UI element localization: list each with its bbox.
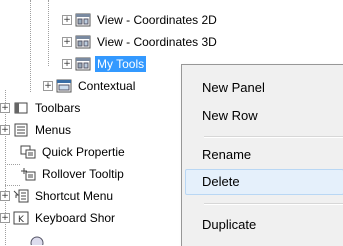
menu-item-new-panel[interactable]: New Panel — [202, 80, 265, 95]
shortcut-menu-icon — [13, 189, 29, 203]
tree-line — [5, 164, 20, 165]
menu-item-duplicate[interactable]: Duplicate — [202, 217, 256, 232]
keyboard-shortcut-icon: K — [13, 211, 29, 225]
contextual-tab-icon — [56, 79, 72, 93]
tree-item-label: Menus — [35, 123, 72, 137]
workspace-view-icon — [75, 35, 91, 49]
tree-line — [48, 0, 49, 66]
expand-icon[interactable]: + — [43, 81, 53, 91]
tree-item-label: Toolbars — [35, 101, 81, 115]
tree-item-toolbars[interactable]: + Toolbars — [0, 98, 82, 118]
menu-item-rename[interactable]: Rename — [202, 147, 251, 162]
tree-item-label: Keyboard Shor — [35, 211, 116, 225]
tree-item-view-coordinates-3d[interactable]: + View - Coordinates 3D — [62, 32, 219, 52]
tree-item-label: View - Coordinates 2D — [97, 13, 217, 27]
tree-item-label: Shortcut Menu — [35, 189, 114, 203]
tree-item-label: Rollover Tooltip — [42, 167, 124, 181]
expand-icon[interactable]: + — [0, 191, 10, 201]
tree-item-label: Contextual — [78, 79, 136, 93]
workspace-view-icon — [75, 13, 91, 27]
tree-item-keyboard-shortcuts[interactable]: + K Keyboard Shor — [0, 208, 117, 228]
tree-item-label: My Tools — [95, 56, 147, 72]
tree-line — [30, 0, 31, 92]
context-menu: New Panel New Row Rename Delete Duplicat… — [181, 64, 343, 246]
menus-icon — [13, 123, 29, 137]
expand-icon[interactable]: + — [62, 15, 72, 25]
tree-item-menus[interactable]: + Menus — [0, 120, 73, 140]
quick-properties-icon — [20, 145, 36, 159]
tree-item-my-tools[interactable]: + My Tools — [62, 54, 147, 74]
tree-item-view-coordinates-2d[interactable]: + View - Coordinates 2D — [62, 10, 219, 30]
expand-icon[interactable]: + — [0, 103, 10, 113]
partial-tree-icon — [30, 236, 44, 245]
expand-icon[interactable]: + — [62, 37, 72, 47]
tree-item-rollover-tooltips[interactable]: Rollover Tooltip — [20, 164, 126, 184]
tree-item-shortcut-menus[interactable]: + Shortcut Menu — [0, 186, 115, 206]
menu-separator — [204, 136, 343, 138]
tree-item-quick-properties[interactable]: Quick Propertie — [20, 142, 127, 162]
tree-item-contextual[interactable]: + Contextual — [43, 76, 137, 96]
menu-item-delete[interactable]: Delete — [202, 174, 240, 189]
workspace-view-icon — [75, 57, 91, 71]
expand-icon[interactable]: + — [0, 213, 10, 223]
tree-item-label: Quick Propertie — [42, 145, 125, 159]
expand-icon[interactable]: + — [0, 125, 10, 135]
rollover-tooltip-icon — [20, 167, 36, 181]
expand-icon[interactable]: + — [62, 59, 72, 69]
tree-item-label: View - Coordinates 3D — [97, 35, 217, 49]
toolbars-icon — [13, 101, 29, 115]
menu-item-new-row[interactable]: New Row — [202, 108, 258, 123]
menu-separator — [204, 203, 343, 205]
